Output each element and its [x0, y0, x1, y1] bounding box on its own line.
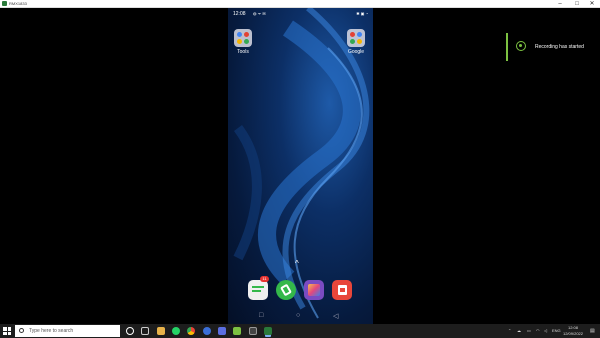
phone-screen[interactable]: 12:08 ◍ ᯤ ✉ ✱ ▣ ◔ Tools Google ^ 11 □ ○ …	[228, 8, 373, 325]
theme-store-icon[interactable]	[304, 280, 324, 300]
browser-icon[interactable]	[203, 327, 211, 335]
status-time: 12:08	[233, 11, 246, 17]
swipe-up-indicator: ^	[295, 259, 299, 268]
search-icon	[19, 328, 24, 333]
close-button[interactable]: ✕	[584, 0, 600, 8]
battery-icon[interactable]: ▭	[527, 324, 531, 338]
messages-icon[interactable]	[248, 280, 268, 300]
accent-bar	[506, 33, 508, 61]
minimize-button[interactable]: –	[552, 0, 568, 8]
emulator-taskbar-icon[interactable]	[264, 327, 272, 335]
home-button[interactable]: ○	[296, 312, 300, 319]
windows-taskbar: Type here to search ⌃ ☁ ▭ ◠ ◁ ENG 12:08 …	[0, 324, 600, 338]
recording-notification: Recording has started	[506, 33, 600, 61]
title-bar: RMX1833 – □ ✕	[0, 0, 600, 8]
tray-overflow-icon[interactable]: ⌃	[508, 324, 511, 338]
network-icon[interactable]: ◠	[536, 324, 540, 338]
volume-icon[interactable]: ◁	[544, 324, 547, 338]
windows-start-icon[interactable]	[3, 327, 11, 335]
tools-folder-label: Tools	[237, 49, 249, 55]
app-icon	[2, 1, 7, 6]
back-button[interactable]: ◁	[333, 312, 338, 320]
google-folder-label: Google	[347, 49, 365, 55]
tools-folder-icon[interactable]	[234, 29, 252, 47]
record-icon	[516, 41, 526, 51]
window-title: RMX1833	[9, 1, 27, 6]
google-folder-icon[interactable]	[347, 29, 365, 47]
emulator-window: RMX1833 – □ ✕ 12:08 ◍ ᯤ ✉ ✱ ▣ ◔ Tools Go…	[0, 0, 600, 338]
maximize-button[interactable]: □	[569, 0, 585, 8]
notification-center-icon[interactable]: ▤	[590, 324, 595, 338]
recording-message: Recording has started	[535, 44, 584, 50]
recorder-app-icon[interactable]	[233, 327, 241, 335]
search-placeholder: Type here to search	[29, 328, 74, 334]
clock-date: 12/09/2022	[562, 331, 584, 336]
cortana-icon[interactable]	[126, 327, 134, 335]
task-view-icon[interactable]	[141, 327, 149, 335]
terminal-icon[interactable]	[249, 327, 257, 335]
status-icons-left: ◍ ᯤ ✉	[253, 11, 266, 16]
app-market-icon[interactable]	[332, 280, 352, 300]
messages-badge: 11	[260, 276, 269, 282]
whatsapp-icon[interactable]	[172, 327, 180, 335]
status-bar: 12:08 ◍ ᯤ ✉ ✱ ▣ ◔	[228, 8, 373, 20]
navigation-bar: □ ○ ◁	[228, 310, 373, 325]
recents-button[interactable]: □	[259, 312, 263, 319]
taskbar-search-box[interactable]: Type here to search	[15, 325, 120, 337]
taskbar-clock[interactable]: 12:08 12/09/2022	[560, 325, 586, 337]
wallpaper	[233, 8, 370, 319]
chrome-icon[interactable]	[187, 327, 195, 335]
onedrive-icon[interactable]: ☁	[517, 324, 521, 338]
status-icons-right: ✱ ▣ ◔	[356, 11, 368, 16]
app-icon-blue[interactable]	[218, 327, 226, 335]
file-explorer-icon[interactable]	[157, 327, 165, 335]
phone-call-icon[interactable]	[276, 280, 296, 300]
